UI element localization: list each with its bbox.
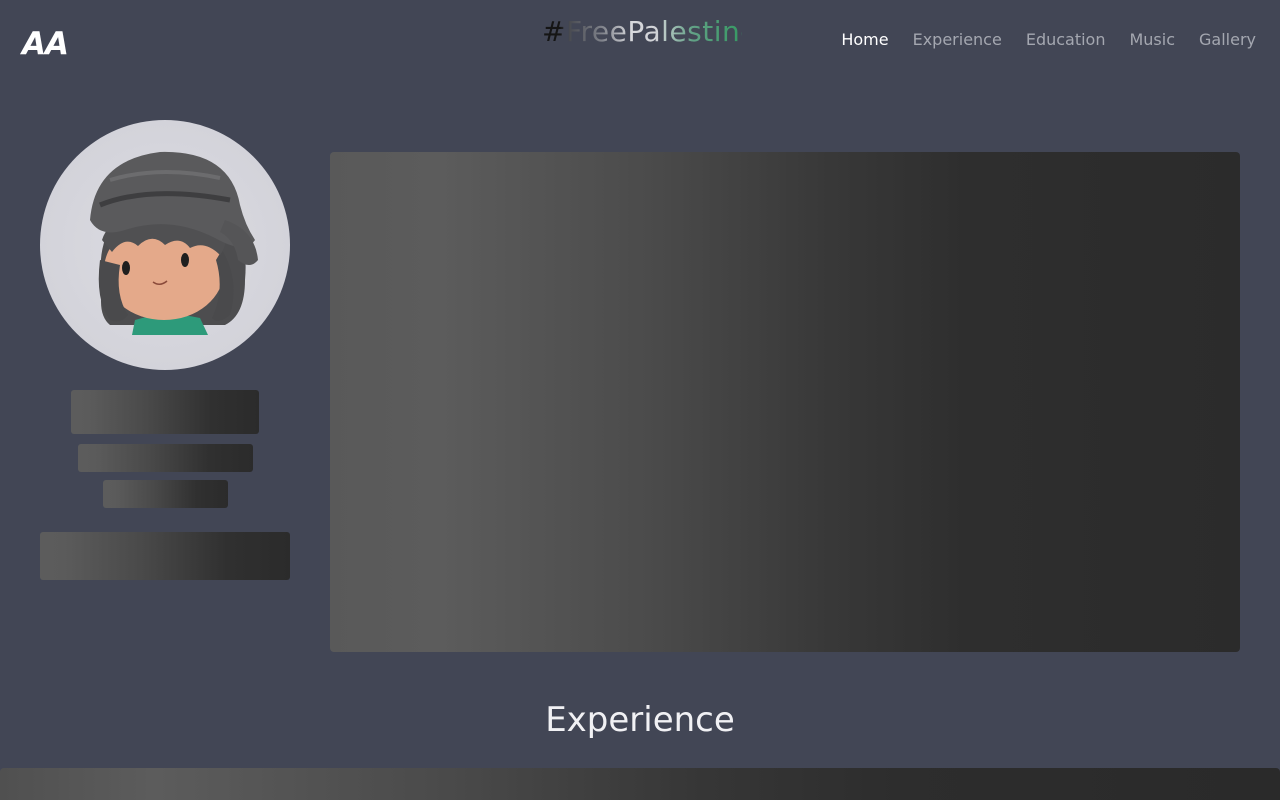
nav-gallery[interactable]: Gallery [1199, 28, 1256, 52]
nav-music[interactable]: Music [1129, 28, 1175, 52]
avatar-illustration-icon [90, 151, 258, 335]
nav-home[interactable]: Home [841, 28, 888, 52]
nav-experience[interactable]: Experience [913, 28, 1002, 52]
name-placeholder [71, 390, 259, 434]
page: AA #FreePalestine Home Experience Educat… [0, 0, 1280, 800]
hashtag-banner: #FreePalestine [542, 15, 758, 48]
profile-avatar [40, 120, 290, 370]
nav-education[interactable]: Education [1026, 28, 1106, 52]
tagline-placeholder [103, 480, 228, 508]
subtitle-placeholder [78, 444, 253, 472]
experience-content-placeholder [0, 768, 1280, 800]
main-nav: Home Experience Education Music Gallery [841, 28, 1256, 52]
action-button-placeholder [40, 532, 290, 580]
site-logo[interactable]: AA [22, 26, 69, 62]
experience-section-title: Experience [545, 700, 735, 740]
hero-content-placeholder [330, 152, 1240, 652]
